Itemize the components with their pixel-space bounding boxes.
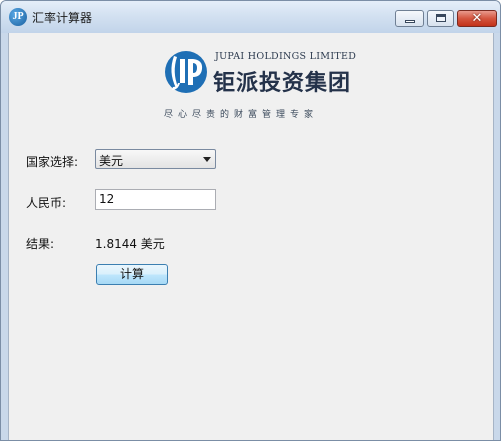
maximize-button[interactable]	[427, 10, 454, 27]
app-logo-icon: JP	[9, 8, 27, 26]
result-value: 1.8144 美元	[95, 237, 165, 251]
client-area: JUPAI HOLDINGS LIMITED 钜派投资集团 尽心尽责的财富管理专…	[8, 33, 494, 440]
company-name-en: JUPAI HOLDINGS LIMITED	[215, 51, 357, 62]
company-name-cn: 钜派投资集团	[213, 71, 352, 96]
title-bar[interactable]: JP 汇率计算器 ✕	[1, 1, 500, 33]
close-button[interactable]: ✕	[457, 10, 497, 27]
country-label: 国家选择:	[26, 155, 79, 169]
company-slogan: 尽心尽责的财富管理专家	[164, 110, 319, 120]
minimize-button[interactable]	[395, 10, 424, 27]
country-select[interactable]: 美元	[95, 149, 216, 169]
window-title: 汇率计算器	[32, 11, 93, 25]
chevron-down-icon	[203, 157, 211, 162]
app-window: JP 汇率计算器 ✕ JUPAI HOLDINGS LIMITED 钜派投资集团…	[0, 0, 501, 441]
minimize-icon	[405, 20, 415, 23]
company-logo: JUPAI HOLDINGS LIMITED 钜派投资集团 尽心尽责的财富管理专…	[164, 46, 356, 120]
maximize-icon	[436, 14, 446, 22]
rmb-label: 人民币:	[26, 196, 67, 210]
close-icon: ✕	[471, 11, 483, 26]
calculate-button[interactable]: 计算	[96, 264, 168, 285]
rmb-input[interactable]: 12	[95, 189, 216, 210]
country-select-value: 美元	[99, 154, 124, 168]
jupai-logo-icon	[165, 51, 207, 93]
result-label: 结果:	[26, 237, 55, 251]
